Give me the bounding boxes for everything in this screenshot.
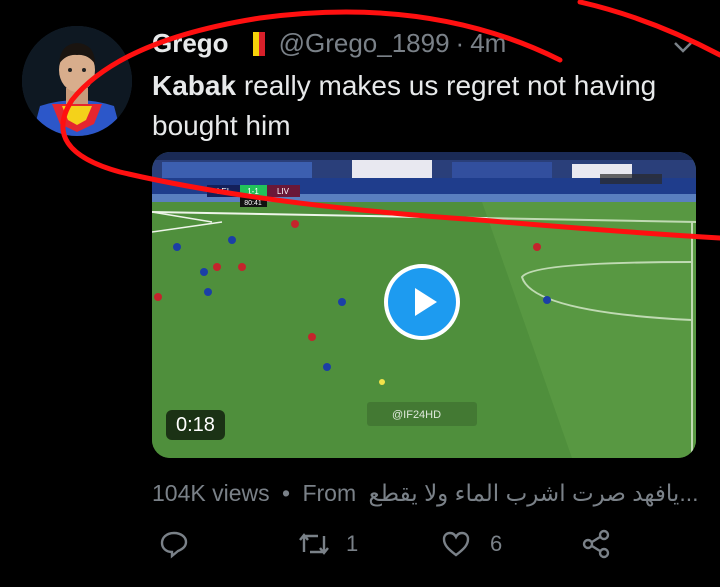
reply-button[interactable] — [158, 528, 190, 560]
video-player[interactable]: LEI 1-1 LIV 80:41 @IF24HD 0:18 — [152, 152, 696, 458]
from-source-link[interactable]: يافهد صرت اشرب الماء ولا يقطع... — [369, 480, 699, 506]
play-button[interactable] — [384, 264, 460, 340]
retweet-count: 1 — [346, 531, 359, 556]
views-separator: • — [282, 480, 291, 506]
views-line: 104K views • From يافهد صرت اشرب الماء و… — [152, 480, 699, 507]
header-separator: · — [455, 28, 465, 58]
watermark-text: @IF24HD — [392, 409, 441, 421]
more-icon[interactable] — [672, 34, 694, 60]
timestamp[interactable]: 4m — [470, 28, 506, 59]
like-icon — [442, 531, 470, 557]
action-bar: 1 6 — [0, 528, 720, 576]
like-button[interactable]: 6 — [440, 528, 502, 560]
view-count: 104K views — [152, 480, 270, 506]
match-clock: 80:41 — [244, 200, 262, 207]
avatar-image — [22, 26, 132, 136]
retweet-icon — [299, 533, 329, 555]
reply-icon — [160, 531, 188, 559]
share-button[interactable] — [580, 528, 612, 560]
user-handle[interactable]: @Grego_1899 — [279, 28, 450, 59]
score-value: 1-1 — [247, 187, 259, 196]
avatar[interactable] — [22, 26, 132, 136]
tweet-header: Grego @Grego_1899 · 4m — [152, 28, 506, 59]
retweet-button[interactable]: 1 — [296, 528, 358, 560]
tweet-text: Kabak really makes us regret not having … — [152, 66, 712, 146]
from-label: From — [302, 480, 357, 506]
video-duration-badge: 0:18 — [166, 410, 225, 440]
tweet-text-bold: Kabak — [152, 70, 237, 101]
play-icon — [388, 268, 456, 336]
broadcaster-logo — [600, 174, 662, 184]
display-name[interactable]: Grego — [152, 28, 229, 59]
score-away: LIV — [277, 187, 290, 196]
belgium-flag-icon — [246, 31, 265, 56]
score-home: LEI — [217, 187, 229, 196]
like-count: 6 — [490, 531, 503, 556]
share-icon — [582, 529, 610, 559]
